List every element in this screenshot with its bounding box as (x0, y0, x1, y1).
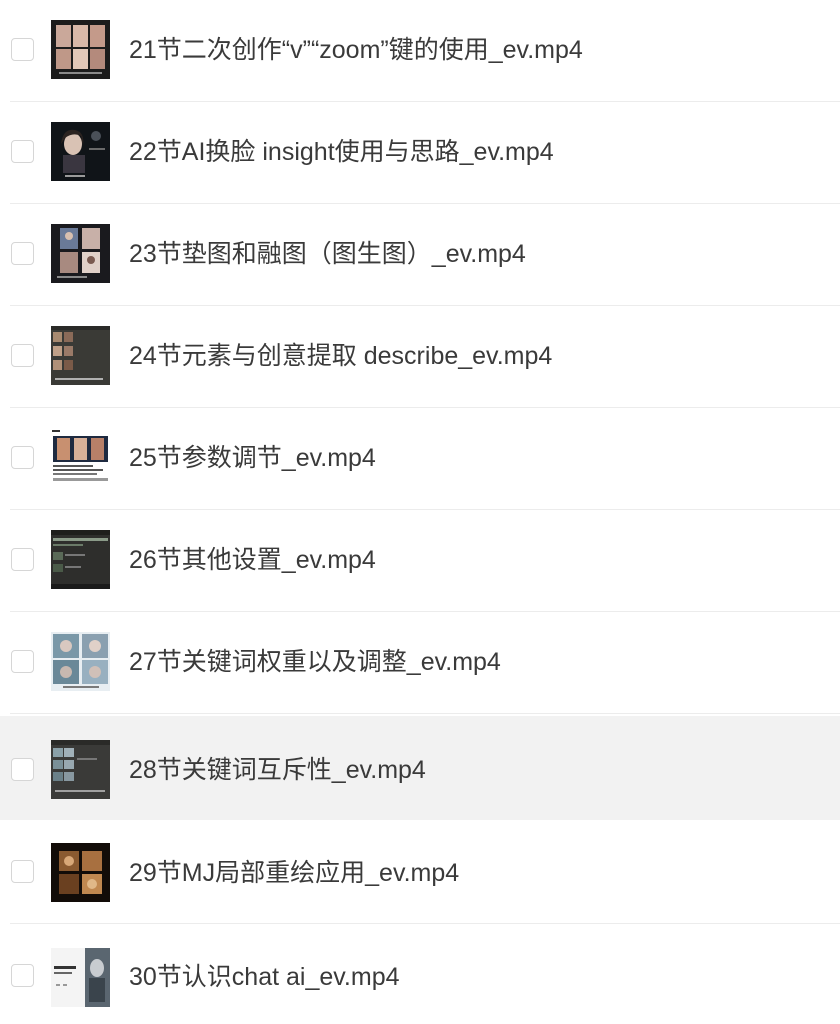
file-name: 28节关键词互斥性_ev.mp4 (129, 756, 426, 784)
file-name: 22节AI换脸 insight使用与思路_ev.mp4 (129, 138, 554, 166)
video-thumbnail-icon (51, 326, 110, 385)
file-list: 21节二次创作“v”“zoom”键的使用_ev.mp4 22节AI换脸 insi… (0, 0, 840, 1024)
video-thumbnail-icon (51, 224, 110, 283)
file-row[interactable]: 27节关键词权重以及调整_ev.mp4 (0, 612, 840, 714)
file-row[interactable]: 30节认识chat ai_ev.mp4 (0, 924, 840, 1024)
video-thumbnail-icon (51, 122, 110, 181)
file-checkbox[interactable] (11, 860, 34, 883)
file-checkbox[interactable] (11, 758, 34, 781)
file-row[interactable]: 25节参数调节_ev.mp4 (0, 408, 840, 510)
file-name: 21节二次创作“v”“zoom”键的使用_ev.mp4 (129, 36, 583, 64)
file-checkbox[interactable] (11, 548, 34, 571)
row-divider (10, 713, 840, 714)
file-row[interactable]: 24节元素与创意提取 describe_ev.mp4 (0, 306, 840, 408)
video-thumbnail-icon (51, 740, 110, 799)
file-checkbox[interactable] (11, 140, 34, 163)
file-checkbox[interactable] (11, 38, 34, 61)
file-checkbox[interactable] (11, 650, 34, 673)
video-thumbnail-icon (51, 530, 110, 589)
file-row[interactable]: 28节关键词互斥性_ev.mp4 (0, 716, 840, 820)
file-name: 25节参数调节_ev.mp4 (129, 444, 376, 472)
file-checkbox[interactable] (11, 446, 34, 469)
file-row[interactable]: 26节其他设置_ev.mp4 (0, 510, 840, 612)
file-name: 26节其他设置_ev.mp4 (129, 546, 376, 574)
file-row[interactable]: 21节二次创作“v”“zoom”键的使用_ev.mp4 (0, 0, 840, 102)
file-row[interactable]: 29节MJ局部重绘应用_ev.mp4 (0, 820, 840, 924)
file-name: 24节元素与创意提取 describe_ev.mp4 (129, 342, 553, 370)
file-name: 27节关键词权重以及调整_ev.mp4 (129, 648, 501, 676)
video-thumbnail-icon (51, 632, 110, 691)
file-name: 30节认识chat ai_ev.mp4 (129, 963, 400, 991)
file-row[interactable]: 23节垫图和融图（图生图）_ev.mp4 (0, 204, 840, 306)
video-thumbnail-icon (51, 843, 110, 902)
video-thumbnail-icon (51, 948, 110, 1007)
video-thumbnail-icon (51, 20, 110, 79)
file-checkbox[interactable] (11, 344, 34, 367)
video-thumbnail-icon (51, 428, 110, 487)
file-name: 23节垫图和融图（图生图）_ev.mp4 (129, 240, 526, 268)
file-name: 29节MJ局部重绘应用_ev.mp4 (129, 859, 460, 887)
file-checkbox[interactable] (11, 242, 34, 265)
file-row[interactable]: 22节AI换脸 insight使用与思路_ev.mp4 (0, 102, 840, 204)
file-checkbox[interactable] (11, 964, 34, 987)
